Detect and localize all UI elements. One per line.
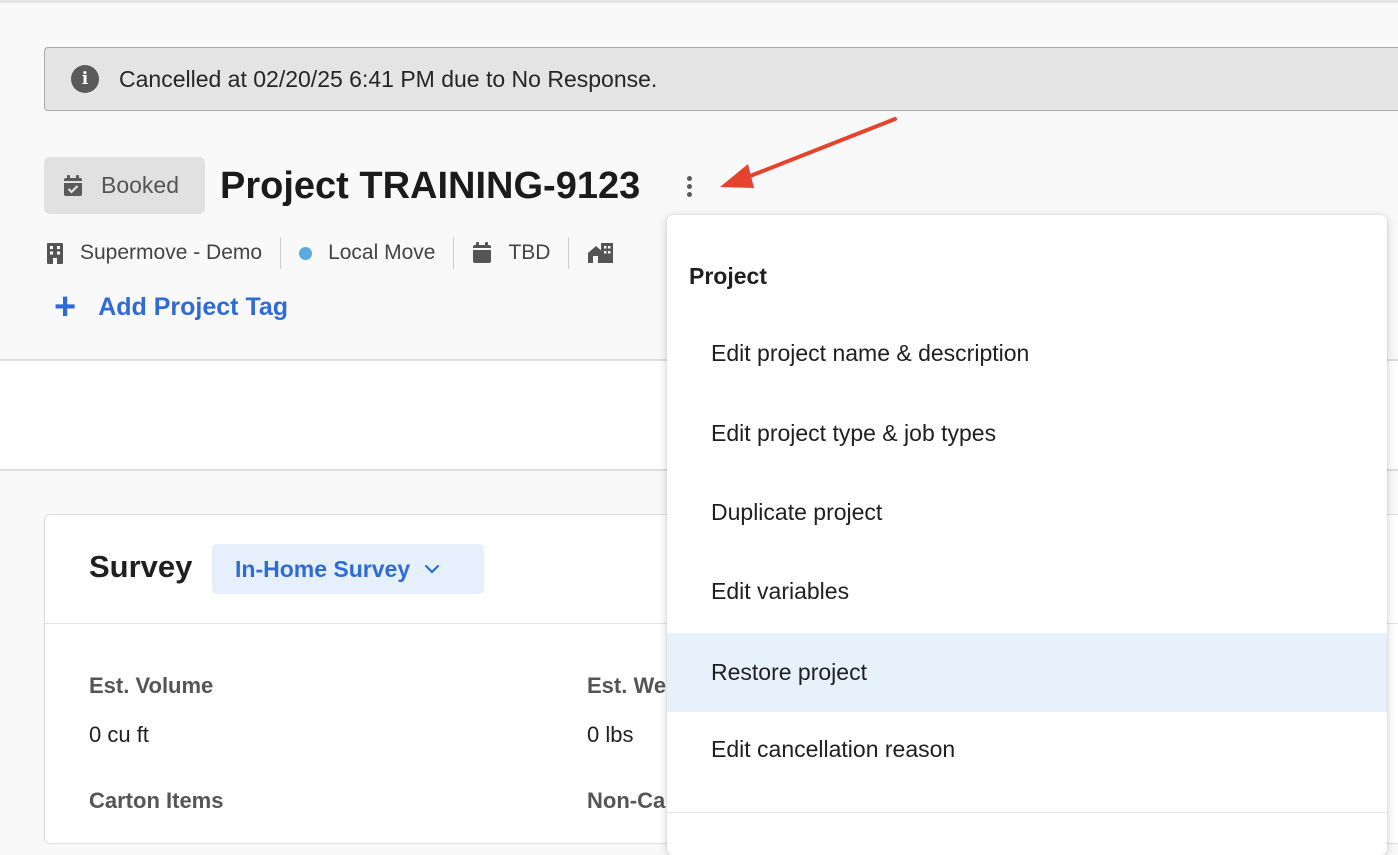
meta-project-type: Local Move: [299, 241, 435, 265]
menu-item-duplicate-project[interactable]: Duplicate project: [667, 473, 1387, 552]
menu-item-edit-variables[interactable]: Edit variables: [667, 552, 1387, 631]
meta-date-label: TBD: [508, 241, 551, 264]
building-icon: [47, 243, 63, 264]
survey-type-dropdown[interactable]: In-Home Survey: [212, 544, 484, 594]
add-project-tag-button[interactable]: + Add Project Tag: [54, 286, 289, 328]
menu-heading: Project: [689, 263, 767, 289]
info-icon: i: [71, 65, 99, 93]
meta-project-type-label: Local Move: [328, 241, 436, 264]
calendar-icon: [473, 242, 492, 263]
cancellation-banner: i Cancelled at 02/20/25 6:41 PM due to N…: [44, 47, 1398, 111]
annotation-arrow: [720, 117, 897, 188]
survey-title: Survey: [89, 549, 193, 584]
page-title: Project TRAINING-9123: [220, 165, 641, 207]
menu-item-restore-project[interactable]: Restore project: [667, 633, 1387, 712]
meta-date: TBD: [472, 241, 550, 265]
project-meta-row: Supermove - Demo Local Move TBD: [46, 236, 614, 270]
kebab-dot: [686, 191, 692, 197]
survey-type-value: In-Home Survey: [235, 555, 411, 582]
est-volume-label: Est. Volume: [89, 673, 214, 698]
meta-divider: [453, 237, 455, 269]
plus-icon: +: [54, 286, 77, 328]
menu-item-edit-project-type[interactable]: Edit project type & job types: [667, 394, 1387, 473]
status-badge-label: Booked: [101, 172, 180, 198]
project-actions-dropdown: Project Edit project name & description …: [667, 215, 1387, 855]
project-type-color-dot: [299, 246, 313, 260]
banner-text: Cancelled at 02/20/25 6:41 PM due to No …: [119, 65, 658, 92]
house-building-icon: [588, 243, 614, 263]
kebab-dot: [686, 175, 692, 181]
calendar-check-icon: [64, 174, 82, 196]
meta-organization: Supermove - Demo: [46, 241, 262, 265]
menu-divider: [667, 812, 1387, 813]
meta-divider: [280, 237, 282, 269]
meta-location: [587, 242, 614, 264]
status-badge: Booked: [44, 157, 205, 214]
menu-item-edit-cancellation-reason[interactable]: Edit cancellation reason: [667, 710, 1387, 789]
est-weight-value: 0 lbs: [587, 722, 634, 747]
project-actions-menu-button[interactable]: [680, 170, 698, 202]
top-border: [0, 0, 1398, 3]
menu-item-edit-name-description[interactable]: Edit project name & description: [667, 314, 1387, 393]
add-project-tag-label: Add Project Tag: [98, 292, 289, 321]
est-weight-label: Est. We: [587, 673, 667, 698]
meta-divider: [568, 237, 570, 269]
non-carton-label: Non-Ca: [587, 788, 666, 813]
est-volume-value: 0 cu ft: [89, 722, 149, 747]
chevron-down-icon: [425, 564, 440, 574]
kebab-dot: [686, 183, 692, 189]
carton-items-label: Carton Items: [89, 788, 224, 813]
meta-organization-label: Supermove - Demo: [80, 241, 263, 264]
